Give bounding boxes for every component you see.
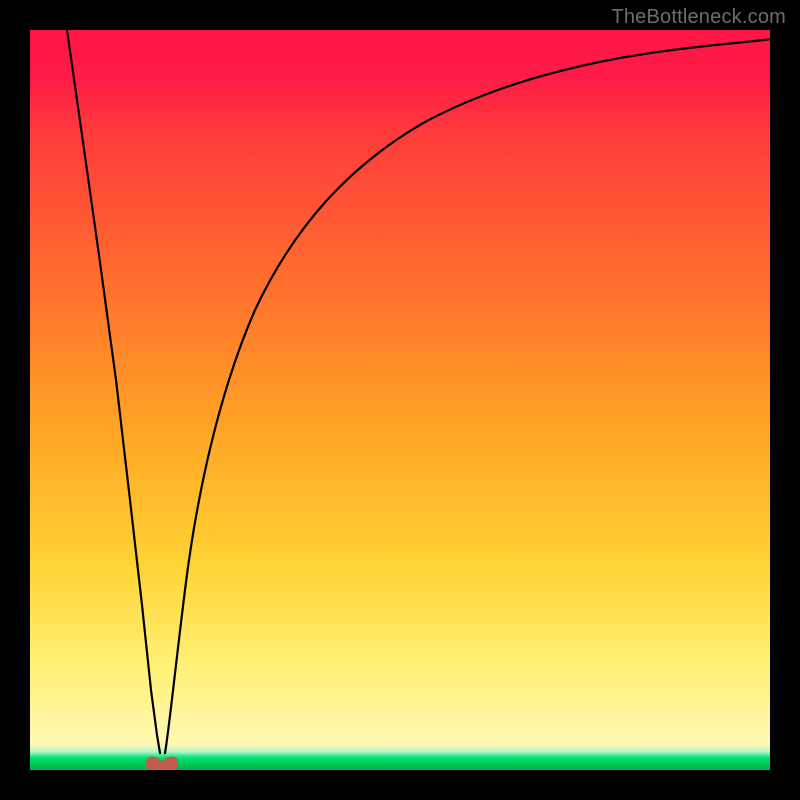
curve-left-branch [67, 30, 160, 753]
plot-area [30, 30, 770, 770]
bottleneck-curve-svg [30, 30, 770, 770]
heart-marker [146, 757, 178, 770]
curve-right-branch [165, 39, 770, 753]
chart-frame: TheBottleneck.com [0, 0, 800, 800]
watermark-text: TheBottleneck.com [611, 6, 786, 29]
